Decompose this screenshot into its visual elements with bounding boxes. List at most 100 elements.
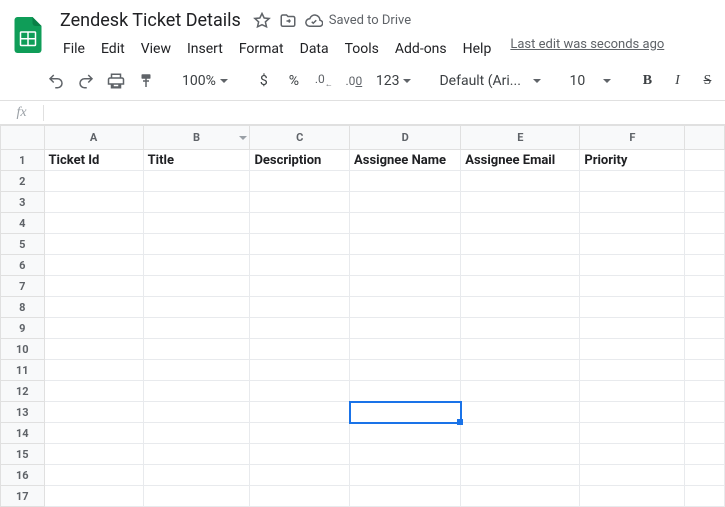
row-header-15[interactable]: 15 <box>1 444 45 465</box>
cell[interactable] <box>250 234 350 255</box>
cell[interactable] <box>143 444 250 465</box>
row-header-1[interactable]: 1 <box>1 150 45 171</box>
cell[interactable] <box>685 276 725 297</box>
row-header-14[interactable]: 14 <box>1 423 45 444</box>
cell[interactable] <box>580 486 685 507</box>
format-currency-button[interactable]: $ <box>250 67 278 95</box>
redo-button[interactable] <box>72 67 100 95</box>
cell[interactable] <box>461 276 580 297</box>
cell[interactable] <box>350 486 461 507</box>
cell[interactable] <box>44 171 143 192</box>
cell[interactable] <box>350 213 461 234</box>
undo-button[interactable] <box>42 67 70 95</box>
cell[interactable] <box>143 360 250 381</box>
cell[interactable] <box>461 381 580 402</box>
cell[interactable] <box>685 465 725 486</box>
column-header-D[interactable]: D <box>350 126 461 150</box>
save-status[interactable]: Saved to Drive <box>305 12 411 30</box>
sheets-logo-icon[interactable] <box>8 15 48 55</box>
cell[interactable] <box>44 318 143 339</box>
document-title[interactable]: Zendesk Ticket Details <box>56 8 245 33</box>
column-header-F[interactable]: F <box>580 126 685 150</box>
cell[interactable] <box>250 339 350 360</box>
cell[interactable] <box>143 339 250 360</box>
cell[interactable] <box>580 297 685 318</box>
cell[interactable] <box>350 381 461 402</box>
cell[interactable] <box>250 297 350 318</box>
font-size-dropdown[interactable]: 10 <box>563 73 617 89</box>
cell[interactable] <box>250 360 350 381</box>
cell[interactable] <box>580 318 685 339</box>
cell[interactable] <box>461 360 580 381</box>
cell[interactable] <box>44 423 143 444</box>
cell[interactable] <box>685 402 725 423</box>
cell[interactable] <box>350 465 461 486</box>
cell[interactable] <box>685 339 725 360</box>
cell[interactable] <box>580 276 685 297</box>
column-header-A[interactable]: A <box>44 126 143 150</box>
cell[interactable] <box>44 297 143 318</box>
cell[interactable]: Description <box>250 150 350 171</box>
cell[interactable] <box>44 402 143 423</box>
cell[interactable] <box>44 339 143 360</box>
cell[interactable] <box>350 360 461 381</box>
cell[interactable] <box>685 192 725 213</box>
cell[interactable] <box>461 318 580 339</box>
row-header-5[interactable]: 5 <box>1 234 45 255</box>
cell[interactable] <box>143 381 250 402</box>
cell[interactable] <box>580 192 685 213</box>
cell[interactable] <box>44 192 143 213</box>
cell[interactable]: Title <box>143 150 250 171</box>
cell[interactable] <box>461 423 580 444</box>
star-icon[interactable] <box>253 12 271 30</box>
cell[interactable] <box>580 171 685 192</box>
move-to-folder-icon[interactable] <box>279 12 297 30</box>
cell[interactable] <box>143 465 250 486</box>
cell[interactable] <box>461 171 580 192</box>
cell[interactable] <box>461 339 580 360</box>
row-header-11[interactable]: 11 <box>1 360 45 381</box>
cell[interactable] <box>580 255 685 276</box>
italic-button[interactable]: I <box>663 67 691 95</box>
cell[interactable] <box>461 192 580 213</box>
cell[interactable] <box>685 213 725 234</box>
cell[interactable] <box>143 486 250 507</box>
row-header-13[interactable]: 13 <box>1 402 45 423</box>
cell[interactable]: Priority <box>580 150 685 171</box>
cell[interactable] <box>685 423 725 444</box>
decrease-decimal-button[interactable]: .0← <box>310 67 338 95</box>
select-all-corner[interactable] <box>1 126 45 150</box>
cell[interactable] <box>580 234 685 255</box>
cell[interactable]: Ticket Id <box>44 150 143 171</box>
cell[interactable] <box>250 255 350 276</box>
cell[interactable] <box>250 276 350 297</box>
spreadsheet-grid[interactable]: ABCDEF1Ticket IdTitleDescriptionAssignee… <box>0 125 725 507</box>
row-header-2[interactable]: 2 <box>1 171 45 192</box>
menu-help[interactable]: Help <box>456 37 499 61</box>
cell[interactable] <box>580 360 685 381</box>
row-header-10[interactable]: 10 <box>1 339 45 360</box>
cell[interactable] <box>44 234 143 255</box>
cell[interactable] <box>685 150 725 171</box>
cell[interactable] <box>580 465 685 486</box>
print-button[interactable] <box>102 67 130 95</box>
cell[interactable] <box>250 486 350 507</box>
cell[interactable] <box>250 465 350 486</box>
row-header-7[interactable]: 7 <box>1 276 45 297</box>
menu-edit[interactable]: Edit <box>94 37 132 61</box>
cell[interactable] <box>143 402 250 423</box>
cell[interactable] <box>250 423 350 444</box>
cell[interactable] <box>350 444 461 465</box>
paint-format-button[interactable] <box>132 67 160 95</box>
cell[interactable] <box>350 339 461 360</box>
cell[interactable] <box>143 192 250 213</box>
cell[interactable] <box>44 360 143 381</box>
cell[interactable] <box>461 402 580 423</box>
more-formats-dropdown[interactable]: 123 <box>370 73 418 89</box>
cell[interactable] <box>44 255 143 276</box>
cell[interactable] <box>580 402 685 423</box>
cell[interactable] <box>143 255 250 276</box>
row-header-17[interactable]: 17 <box>1 486 45 507</box>
cell[interactable] <box>250 213 350 234</box>
cell[interactable] <box>580 444 685 465</box>
